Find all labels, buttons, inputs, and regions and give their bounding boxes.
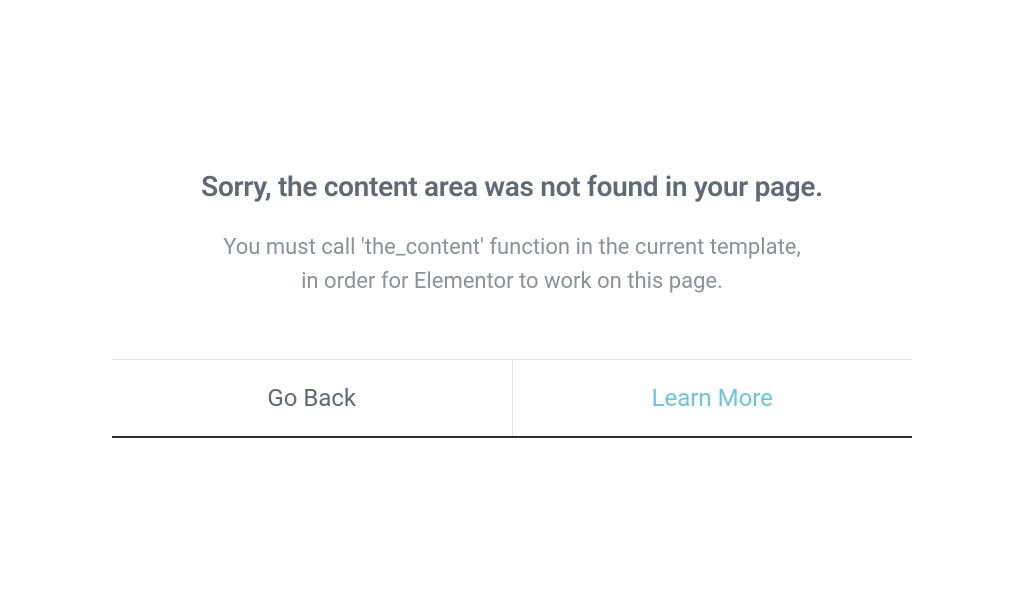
error-dialog: Sorry, the content area was not found in… xyxy=(112,170,912,438)
dialog-button-row: Go Back Learn More xyxy=(112,359,912,438)
description-line-2: in order for Elementor to work on this p… xyxy=(301,269,723,294)
learn-more-button[interactable]: Learn More xyxy=(512,360,913,436)
dialog-title: Sorry, the content area was not found in… xyxy=(112,170,912,203)
dialog-description: You must call 'the_content' function in … xyxy=(112,231,912,299)
description-line-1: You must call 'the_content' function in … xyxy=(223,235,801,260)
go-back-button[interactable]: Go Back xyxy=(112,360,512,436)
